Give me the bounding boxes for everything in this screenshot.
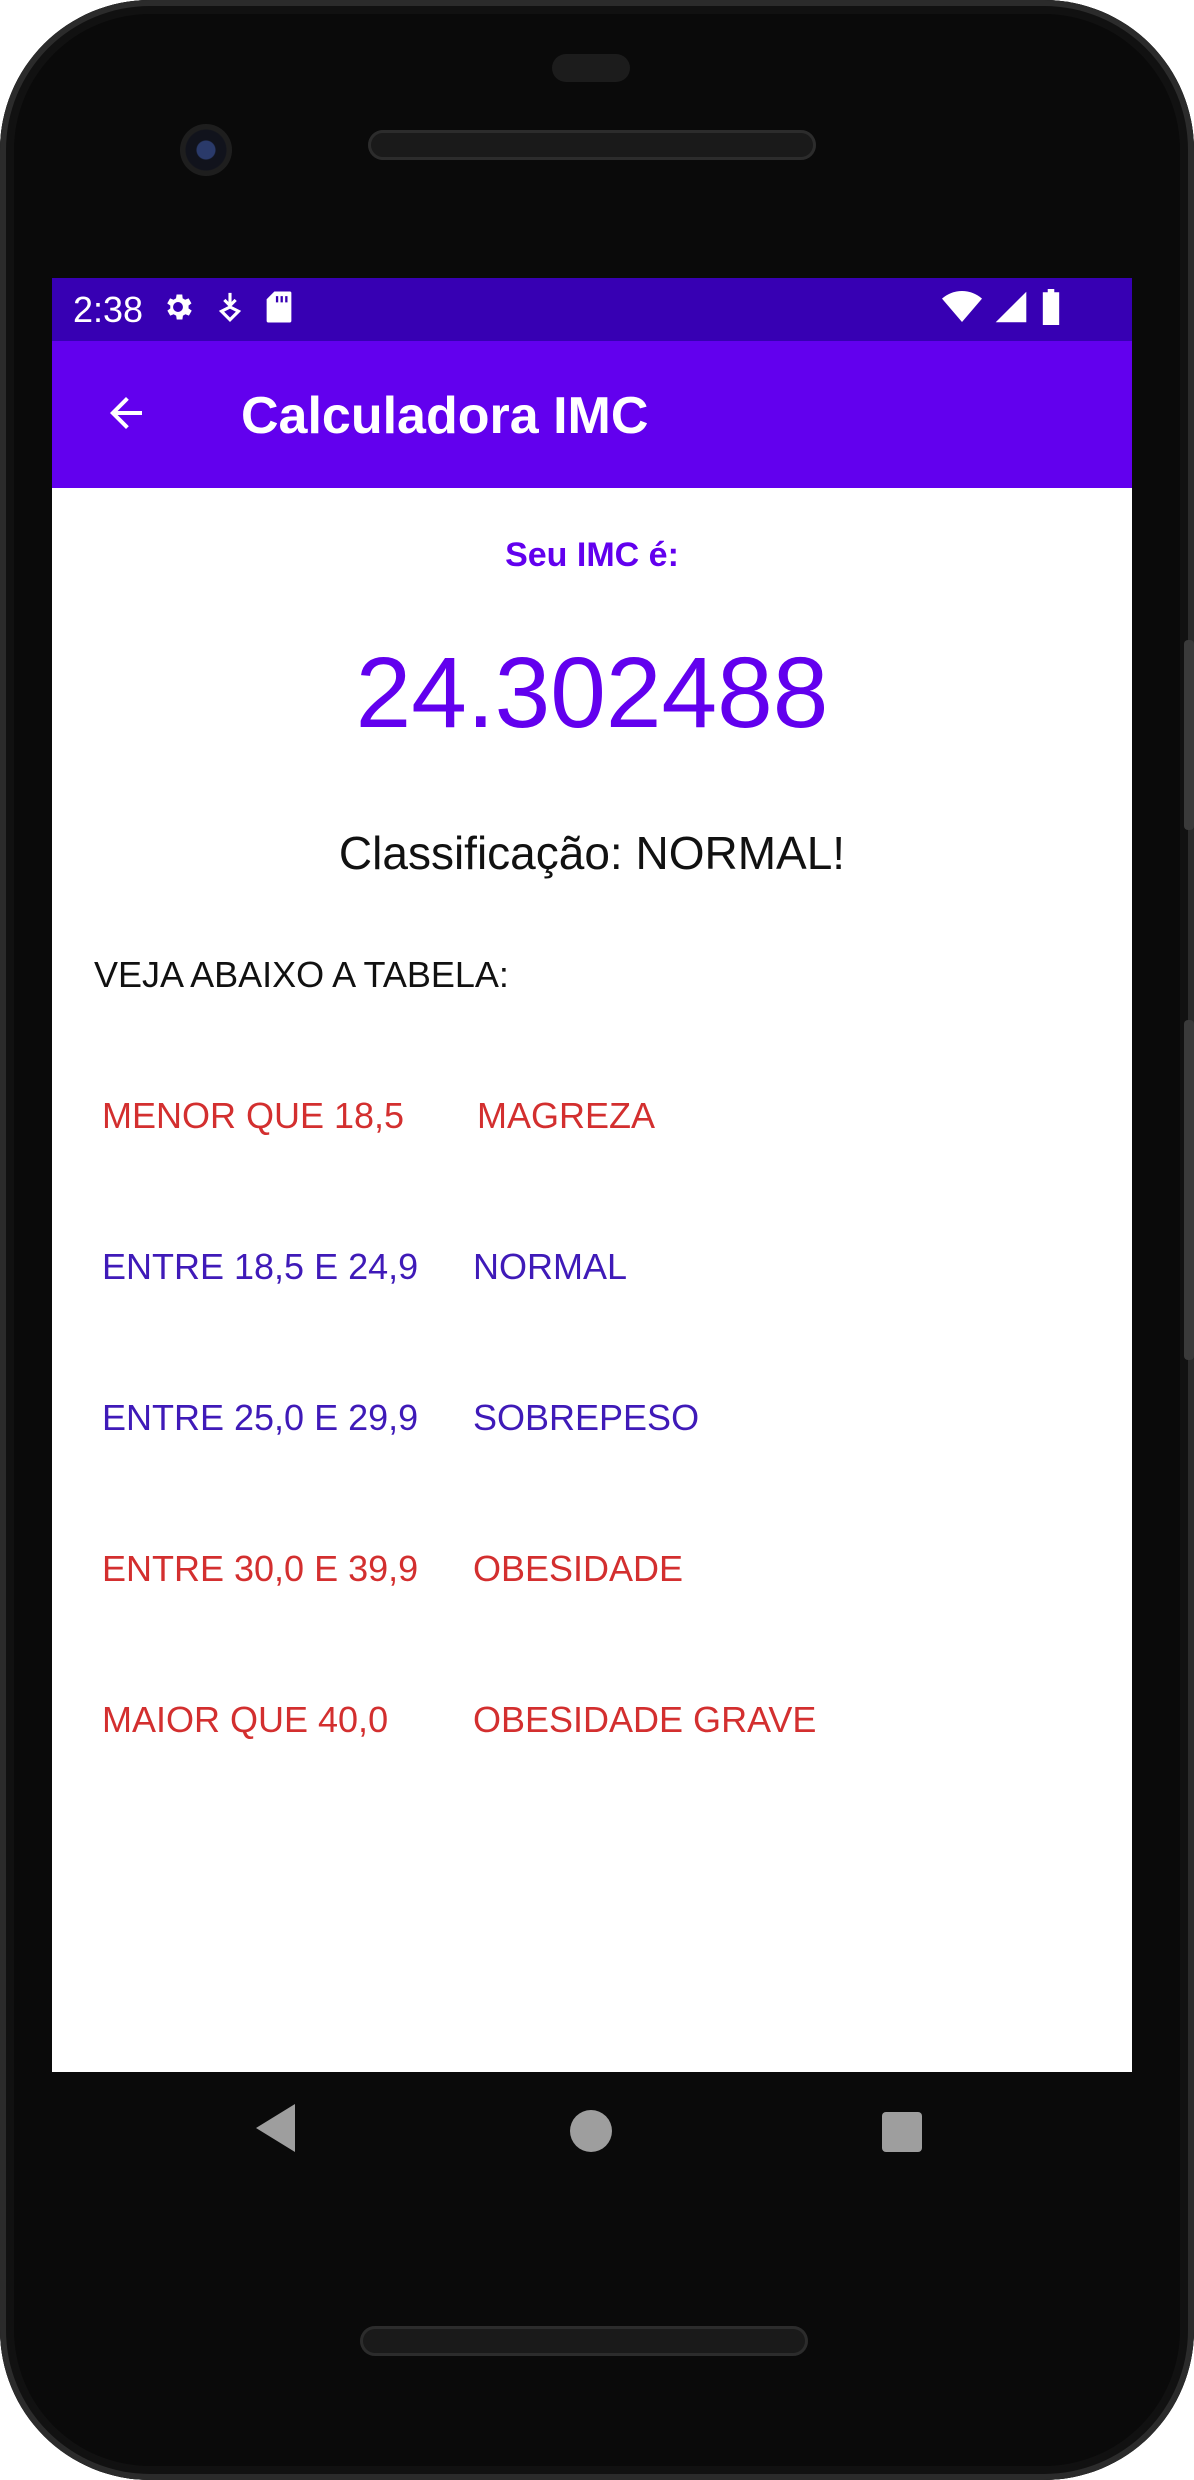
phone-frame: 2:38 Calculadora IMC Seu IMC é: 24.30248… [0, 0, 1194, 2480]
volume-button [1184, 640, 1194, 830]
table-row: MAIOR QUE 40,0 OBESIDADE GRAVE [52, 1699, 1132, 1759]
row-category: OBESIDADE [473, 1548, 684, 1589]
row-category: NORMAL [473, 1246, 628, 1287]
battery-icon [1040, 289, 1062, 330]
app-screen: 2:38 Calculadora IMC Seu IMC é: 24.30248… [52, 278, 1132, 2072]
power-button [1184, 1020, 1194, 1360]
row-range: ENTRE 18,5 E 24,9 [102, 1246, 419, 1287]
earpiece [552, 54, 630, 82]
back-button[interactable] [96, 385, 156, 445]
table-row: ENTRE 18,5 E 24,9 NORMAL [52, 1246, 1132, 1306]
table-title: VEJA ABAIXO A TABELA: [94, 954, 509, 995]
classification-text: Classificação: NORMAL! [338, 827, 846, 879]
table-row: ENTRE 25,0 E 29,9 SOBREPESO [52, 1397, 1132, 1457]
arrow-left-icon [102, 389, 150, 442]
row-category: SOBREPESO [473, 1397, 700, 1438]
page-title: Calculadora IMC [241, 387, 649, 445]
status-bar: 2:38 [52, 278, 1132, 341]
nav-back-button[interactable] [256, 2104, 298, 2157]
wifi-icon [942, 290, 982, 329]
nav-recents-button[interactable] [882, 2112, 922, 2157]
row-range: ENTRE 30,0 E 39,9 [102, 1548, 419, 1589]
gear-icon [161, 290, 195, 329]
bottom-speaker [360, 2326, 808, 2356]
front-camera [180, 124, 232, 176]
table-row: MENOR QUE 18,5 MAGREZA [52, 1095, 1132, 1155]
nav-home-icon [570, 2110, 612, 2156]
row-range: ENTRE 25,0 E 29,9 [102, 1397, 419, 1438]
table-row: ENTRE 30,0 E 39,9 OBESIDADE [52, 1548, 1132, 1608]
row-category: MAGREZA [477, 1095, 656, 1136]
nav-recents-icon [882, 2112, 922, 2156]
row-range: MAIOR QUE 40,0 [102, 1699, 389, 1740]
app-bar: Calculadora IMC [52, 341, 1132, 488]
signal-icon [994, 290, 1028, 329]
row-range: MENOR QUE 18,5 [102, 1095, 405, 1136]
sd-card-icon [265, 290, 293, 329]
imc-label: Seu IMC é: [505, 536, 679, 574]
top-speaker [368, 130, 816, 160]
row-category: OBESIDADE GRAVE [473, 1699, 817, 1740]
download-icon [217, 290, 243, 329]
status-time: 2:38 [73, 288, 144, 330]
nav-home-button[interactable] [570, 2110, 612, 2157]
imc-value: 24.302488 [355, 637, 829, 749]
nav-back-icon [256, 2104, 298, 2156]
